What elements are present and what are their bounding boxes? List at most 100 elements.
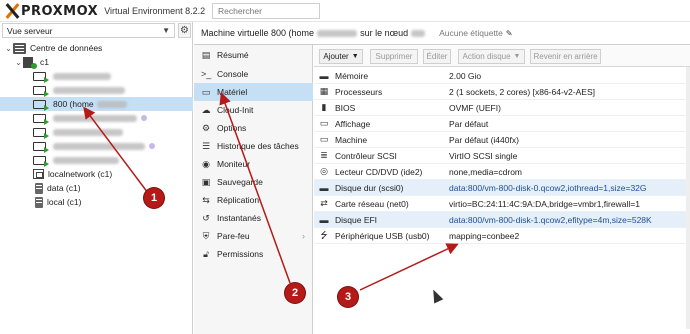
nav-item-label: Console — [217, 69, 249, 79]
nav-item-label: Cloud-Init — [217, 105, 254, 115]
disk-action-button[interactable]: Action disque ▼ — [458, 49, 525, 64]
tree-item-storage-local[interactable]: local (c1) — [0, 195, 193, 209]
table-row-network-net0[interactable]: ⇄ Carte réseau (net0) virtio=BC:24:11:4C… — [314, 196, 690, 212]
vm-running-icon — [33, 127, 49, 139]
tree-item-vm[interactable] — [0, 125, 193, 139]
harddisk-icon: ▬ — [319, 214, 329, 225]
hardware-value: none,media=cdrom — [449, 166, 523, 177]
tree-settings-button[interactable]: ⚙ — [178, 23, 191, 38]
nav-item-replication[interactable]: ⇆ Réplication — [194, 191, 313, 209]
collapse-toggle-icon[interactable]: ⌄ — [4, 44, 13, 53]
table-row-bios[interactable]: ▮ BIOS OVMF (UEFI) — [314, 100, 690, 116]
tree-item-vm-800[interactable]: 800 (home — [0, 97, 193, 111]
tree-item-node[interactable]: ⌄ c1 — [0, 55, 193, 69]
tree-item-network[interactable]: localnetwork (c1) — [0, 167, 193, 181]
redacted-label — [53, 156, 119, 164]
tags-label: Aucune étiquette — [439, 28, 503, 38]
edit-tags-icon[interactable]: ✎ — [506, 29, 513, 38]
hardware-value: 2.00 Gio — [449, 70, 482, 81]
nav-item-snapshots[interactable]: ↺ Instantanés — [194, 209, 313, 227]
tree-item-vm[interactable] — [0, 139, 193, 153]
hardware-name: Affichage — [335, 118, 371, 129]
vm-running-icon — [33, 141, 49, 153]
nav-item-label: Sauvegarde — [217, 177, 263, 187]
table-row-efi-disk[interactable]: ▬ Disque EFI data:800/vm-800-disk-1.qcow… — [314, 212, 690, 228]
vm-header: Machine virtuelle 800 (home sur le nœud … — [194, 22, 690, 45]
vm-running-icon — [33, 99, 49, 111]
chevron-down-icon: ▼ — [351, 53, 359, 60]
remove-button[interactable]: Supprimer — [370, 49, 418, 64]
chevron-right-icon[interactable]: › — [302, 231, 305, 241]
disk-action-label: Action disque — [462, 52, 511, 61]
annotation-badge-3: 3 — [338, 287, 358, 307]
hardware-name: Machine — [335, 134, 368, 145]
view-selector-value: Vue serveur — [7, 25, 53, 36]
nav-item-task-history[interactable]: ☰ Historique des tâches — [194, 137, 313, 155]
tag-dot — [141, 115, 147, 121]
redacted-label — [53, 114, 137, 122]
hardware-name: BIOS — [335, 102, 356, 113]
table-row-scsi-controller[interactable]: ≣ Contrôleur SCSI VirtIO SCSI single — [314, 148, 690, 164]
table-row-harddisk-scsi0[interactable]: ▬ Disque dur (scsi0) data:800/vm-800-dis… — [314, 180, 690, 196]
nav-item-console[interactable]: >_ Console — [194, 65, 313, 83]
database-icon: ≣ — [320, 150, 328, 160]
proxmox-x-icon — [4, 3, 20, 19]
nav-item-options[interactable]: ⚙ Options — [194, 119, 313, 137]
desktop-icon: ▭ — [319, 118, 329, 128]
nav-item-label: Résumé — [217, 50, 249, 60]
view-selector[interactable]: Vue serveur ▼ — [2, 23, 175, 38]
table-row-machine[interactable]: ▭ Machine Par défaut (i440fx) — [314, 132, 690, 148]
table-row-cdrom[interactable]: ◎ Lecteur CD/DVD (ide2) none,media=cdrom — [314, 164, 690, 180]
table-row-display[interactable]: ▭ Affichage Par défaut — [314, 116, 690, 132]
nav-item-label: Moniteur — [217, 159, 251, 169]
redacted-label — [411, 29, 426, 37]
tree-item-storage-data[interactable]: data (c1) — [0, 181, 193, 195]
backup-icon: ▣ — [201, 176, 211, 187]
tree-item-label: Centre de données — [30, 43, 103, 53]
tree-item-vm[interactable] — [0, 111, 193, 125]
add-button[interactable]: Ajouter ▼ — [319, 49, 363, 64]
table-row-processors[interactable]: ▦ Processeurs 2 (1 sockets, 2 cores) [x8… — [314, 84, 690, 100]
nav-item-monitor[interactable]: ◉ Moniteur — [194, 155, 313, 173]
nav-item-backup[interactable]: ▣ Sauvegarde — [194, 173, 313, 191]
tree-item-label: data (c1) — [47, 183, 81, 193]
tree-item-label: local (c1) — [47, 197, 82, 207]
resource-tree-panel: Vue serveur ▼ ⚙ ⌄ Centre de données ⌄ c1… — [0, 22, 193, 334]
vm-running-icon — [33, 113, 49, 125]
logo-name: PROXMOX — [21, 3, 99, 19]
hardware-value: VirtIO SCSI single — [449, 150, 518, 161]
nav-item-permissions[interactable]: 🔓︎ Permissions — [194, 245, 313, 263]
revert-button[interactable]: Revenir en arrière — [530, 49, 601, 64]
nav-item-label: Options — [217, 123, 247, 133]
nav-item-firewall[interactable]: ⛨ Pare-feu › — [194, 227, 313, 245]
machine-icon: ▭ — [319, 134, 329, 144]
edit-button[interactable]: Éditer — [423, 49, 451, 64]
chevron-down-icon: ▼ — [513, 53, 521, 60]
usb-icon: ⭍ — [320, 229, 328, 240]
gear-icon: ⚙ — [201, 122, 211, 133]
tree-item-datacenter[interactable]: ⌄ Centre de données — [0, 41, 193, 55]
nav-item-label: Historique des tâches — [217, 141, 299, 151]
nav-item-hardware[interactable]: ▭ Matériel — [194, 83, 313, 101]
annotation-badge-1: 1 — [144, 188, 164, 208]
storage-icon — [35, 196, 43, 208]
shield-icon: ⛨ — [202, 230, 210, 241]
tree-item-vm[interactable] — [0, 83, 193, 97]
redacted-label — [53, 72, 111, 80]
tree-item-vm[interactable] — [0, 69, 193, 83]
table-row-memory[interactable]: ▬ Mémoire 2.00 Gio — [314, 68, 690, 84]
nav-item-cloud-init[interactable]: ☁ Cloud-Init — [194, 101, 313, 119]
chip-icon: ▮ — [321, 102, 327, 112]
tree-item-vm[interactable] — [0, 153, 193, 167]
proxmox-logo[interactable]: PROXMOX Virtual Environment 8.2.2 — [4, 3, 205, 19]
console-icon: >_ — [201, 69, 212, 79]
scrollbar[interactable] — [686, 67, 690, 329]
collapse-toggle-icon[interactable]: ⌄ — [14, 58, 23, 67]
table-row-usb0[interactable]: ⭍ Périphérique USB (usb0) mapping=conbee… — [314, 228, 690, 244]
search-input[interactable] — [212, 3, 320, 19]
redacted-label — [317, 29, 358, 37]
hardware-name: Carte réseau (net0) — [335, 198, 409, 209]
nav-item-summary[interactable]: ▤ Résumé — [194, 46, 313, 64]
replication-icon: ⇆ — [202, 194, 210, 205]
unlock-icon: 🔓︎ — [203, 248, 209, 259]
